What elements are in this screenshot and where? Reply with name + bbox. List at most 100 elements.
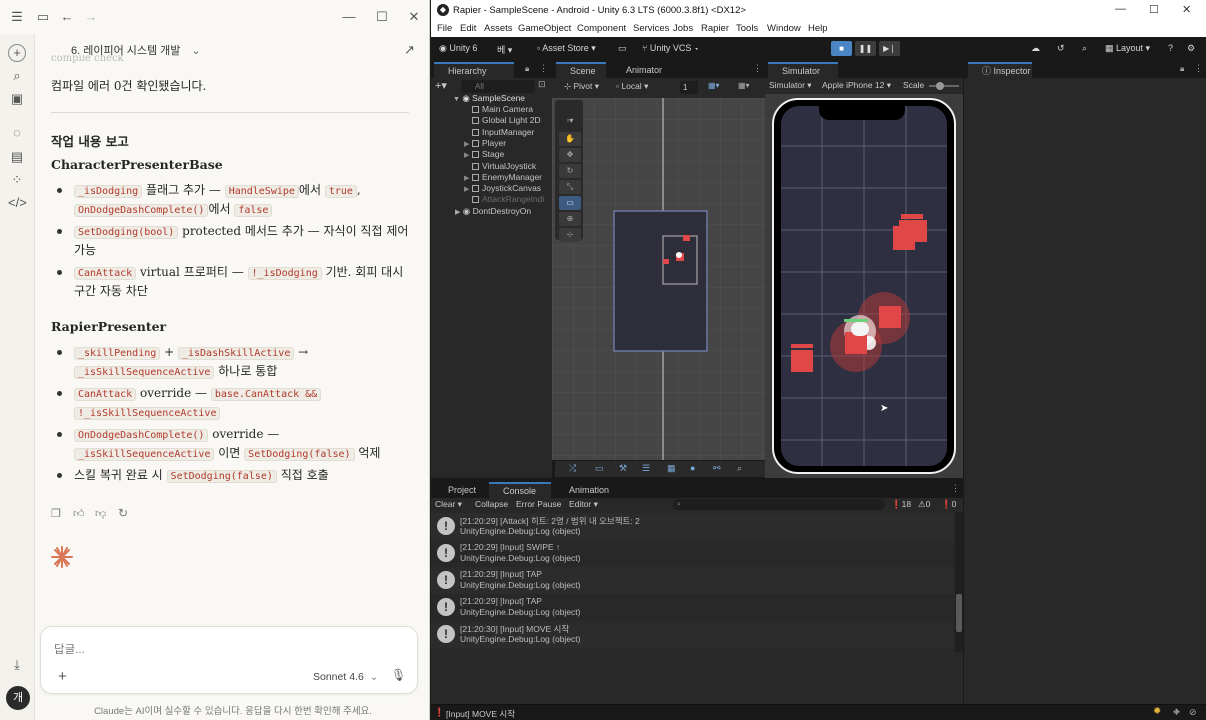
tab-hierarchy[interactable]: Hierarchy <box>434 62 514 78</box>
maximize-icon[interactable]: ☐ <box>1149 3 1159 16</box>
account-button[interactable]: ◉ Unity 6 <box>439 43 477 54</box>
branch-dropdown[interactable]: 베 ▾ <box>497 43 512 56</box>
more-icon[interactable]: ⋮ <box>1194 63 1203 74</box>
console-scrollbar-thumb[interactable] <box>956 594 962 632</box>
back-arrow-icon[interactable]: ← <box>58 8 76 26</box>
search-icon[interactable]: ⌕ <box>8 67 26 85</box>
hierarchy-item[interactable]: Global Light 2D <box>464 115 541 125</box>
more-icon[interactable]: ⋮ <box>753 63 762 74</box>
reply-composer[interactable]: 답글... + Sonnet 4.6 ⌄ 🎙︎ <box>40 626 418 694</box>
info-count[interactable]: ❗18 <box>891 499 911 510</box>
overlay-icon[interactable]: ▦ <box>667 463 676 474</box>
lock-icon[interactable]: 🔒︎ <box>525 64 529 74</box>
download-icon[interactable]: ⤓ <box>8 656 26 674</box>
overlay-icon[interactable]: ⚒ <box>619 463 627 474</box>
overlay-icon[interactable]: ▭ <box>595 463 604 474</box>
hand-tool-icon[interactable]: ✋ <box>559 132 581 146</box>
transform-tool-icon[interactable]: ⊕ <box>559 212 581 226</box>
close-icon[interactable]: ✕ <box>405 8 423 26</box>
share-icon[interactable]: ↗ <box>404 42 415 58</box>
overlay-icon[interactable]: ● <box>690 463 695 473</box>
new-chat-icon[interactable]: + <box>8 44 26 62</box>
lock-icon[interactable]: 🔒︎ <box>1180 64 1184 74</box>
menu-icon[interactable]: ☰ <box>8 8 26 26</box>
tab-inspector[interactable]: ⓘ Inspector <box>968 62 1032 78</box>
simulator-mode-dropdown[interactable]: Simulator ▾ <box>769 80 812 91</box>
grid-toggle-icon[interactable]: ▦▾ <box>738 81 750 90</box>
menu-item-jobs[interactable]: Jobs <box>673 23 693 34</box>
thumbs-down-icon[interactable]: 👎︎ <box>95 507 106 520</box>
scale-slider[interactable] <box>929 82 959 90</box>
overlay-icon[interactable]: ☰ <box>642 463 650 474</box>
local-dropdown[interactable]: ▫ Local ▾ <box>616 81 648 92</box>
thumbs-up-icon[interactable]: 👍︎ <box>73 507 85 520</box>
forward-arrow-icon[interactable]: → <box>82 8 100 26</box>
network-icon[interactable]: ⛖ <box>1173 707 1180 718</box>
menu-item-tools[interactable]: Tools <box>736 23 758 34</box>
maximize-icon[interactable]: ☐ <box>373 8 391 26</box>
snap-value-input[interactable]: 1 <box>680 81 698 94</box>
grid-snap-icon[interactable]: ▦▾ <box>708 81 720 90</box>
model-selector[interactable]: Sonnet 4.6 ⌄ <box>313 671 379 683</box>
minimize-icon[interactable]: — <box>1115 3 1126 15</box>
add-icon[interactable]: +▾ <box>435 79 447 92</box>
tab-animator[interactable]: Animator <box>612 62 682 78</box>
package-icon[interactable]: ▭ <box>618 43 627 54</box>
rotate-tool-icon[interactable]: ↻ <box>559 164 581 178</box>
expand-arrow-icon[interactable]: ▶ <box>464 174 472 182</box>
rect-tool-icon[interactable]: ▭ <box>559 196 581 210</box>
chats-icon[interactable]: ◌ <box>8 124 26 142</box>
search-icon[interactable]: ⌕ <box>1082 43 1087 54</box>
error-count[interactable]: ❗0 <box>941 499 956 510</box>
artifacts-icon[interactable]: ⁘ <box>8 171 26 189</box>
hierarchy-item[interactable]: ▶ Player <box>464 138 506 148</box>
filter-icon[interactable]: ⊡ <box>538 79 546 90</box>
help-icon[interactable]: ? <box>1168 43 1173 53</box>
layout-dropdown[interactable]: ▦ Layout ▾ <box>1105 43 1150 54</box>
custom-tool-icon[interactable]: ⊹ <box>559 228 581 242</box>
menu-item-file[interactable]: File <box>437 23 452 34</box>
hierarchy-item[interactable]: ▶ EnemyManager <box>464 172 542 182</box>
menu-item-rapier[interactable]: Rapier <box>701 23 729 34</box>
editor-dropdown[interactable]: Editor ▾ <box>569 499 598 510</box>
console-log-entry[interactable]: ! [21:20:29] [Input] SWIPE ↑ UnityEngine.D… <box>431 540 953 567</box>
clear-dropdown[interactable]: Clear ▾ <box>435 499 462 510</box>
check-icon[interactable]: ⊘ <box>1189 707 1197 718</box>
vcs-button[interactable]: ⑂ Unity VCS ▾ <box>642 43 699 53</box>
collapse-toggle[interactable]: Collapse <box>475 499 508 509</box>
history-icon[interactable]: ↺ <box>1057 43 1065 54</box>
microphone-icon[interactable]: 🎙︎ <box>391 668 406 682</box>
console-scrollbar[interactable] <box>955 512 963 652</box>
hierarchy-item[interactable]: VirtualJoystick <box>464 161 536 171</box>
avatar[interactable]: 개 <box>6 686 30 710</box>
cloud-icon[interactable]: ☁ <box>1031 43 1040 54</box>
tab-project[interactable]: Project <box>434 482 486 498</box>
search-icon[interactable]: ⌕ <box>737 463 742 474</box>
tab-animation[interactable]: Animation <box>555 482 625 498</box>
pause-button[interactable]: ❚❚ <box>855 41 876 56</box>
add-attachment-icon[interactable]: + <box>58 668 67 685</box>
copy-icon[interactable]: ❐ <box>51 507 61 520</box>
error-pause-toggle[interactable]: Error Pause <box>516 499 561 509</box>
scale-slider-handle[interactable] <box>936 82 944 90</box>
console-log-entry[interactable]: ! [21:20:29] [Input] TAP UnityEngine.Debug… <box>431 567 953 594</box>
settings-icon[interactable]: ⚙ <box>1187 43 1195 54</box>
pivot-dropdown[interactable]: ⊹ Pivot ▾ <box>564 81 599 92</box>
more-icon[interactable]: ⋮ <box>539 63 548 74</box>
reply-input[interactable]: 답글... <box>54 641 85 657</box>
view-dropdown[interactable]: ▫▾ <box>559 114 581 128</box>
tab-scene[interactable]: Scene <box>556 62 606 78</box>
console-search-input[interactable]: ⌕ <box>673 499 885 510</box>
menu-item-assets[interactable]: Assets <box>484 23 513 34</box>
sidebar-toggle-icon[interactable]: ▭ <box>34 8 52 26</box>
menu-item-component[interactable]: Component <box>577 23 626 34</box>
console-log-entry[interactable]: ! [21:20:29] [Input] TAP UnityEngine.Debug… <box>431 594 953 621</box>
status-message[interactable]: [Input] MOVE 시작 <box>446 708 515 720</box>
close-icon[interactable]: ✕ <box>1182 3 1191 16</box>
asset-store-button[interactable]: ▫ Asset Store ▾ <box>537 43 596 54</box>
retry-icon[interactable]: ↻ <box>118 506 128 520</box>
console-log-entry[interactable]: ! [21:20:29] [Attack] 히트: 2명 / 범위 내 오브젝트:… <box>431 513 953 540</box>
warning-count[interactable]: ⚠0 <box>918 499 930 510</box>
minimize-icon[interactable]: — <box>340 8 358 26</box>
hierarchy-search-input[interactable]: All <box>461 80 535 93</box>
